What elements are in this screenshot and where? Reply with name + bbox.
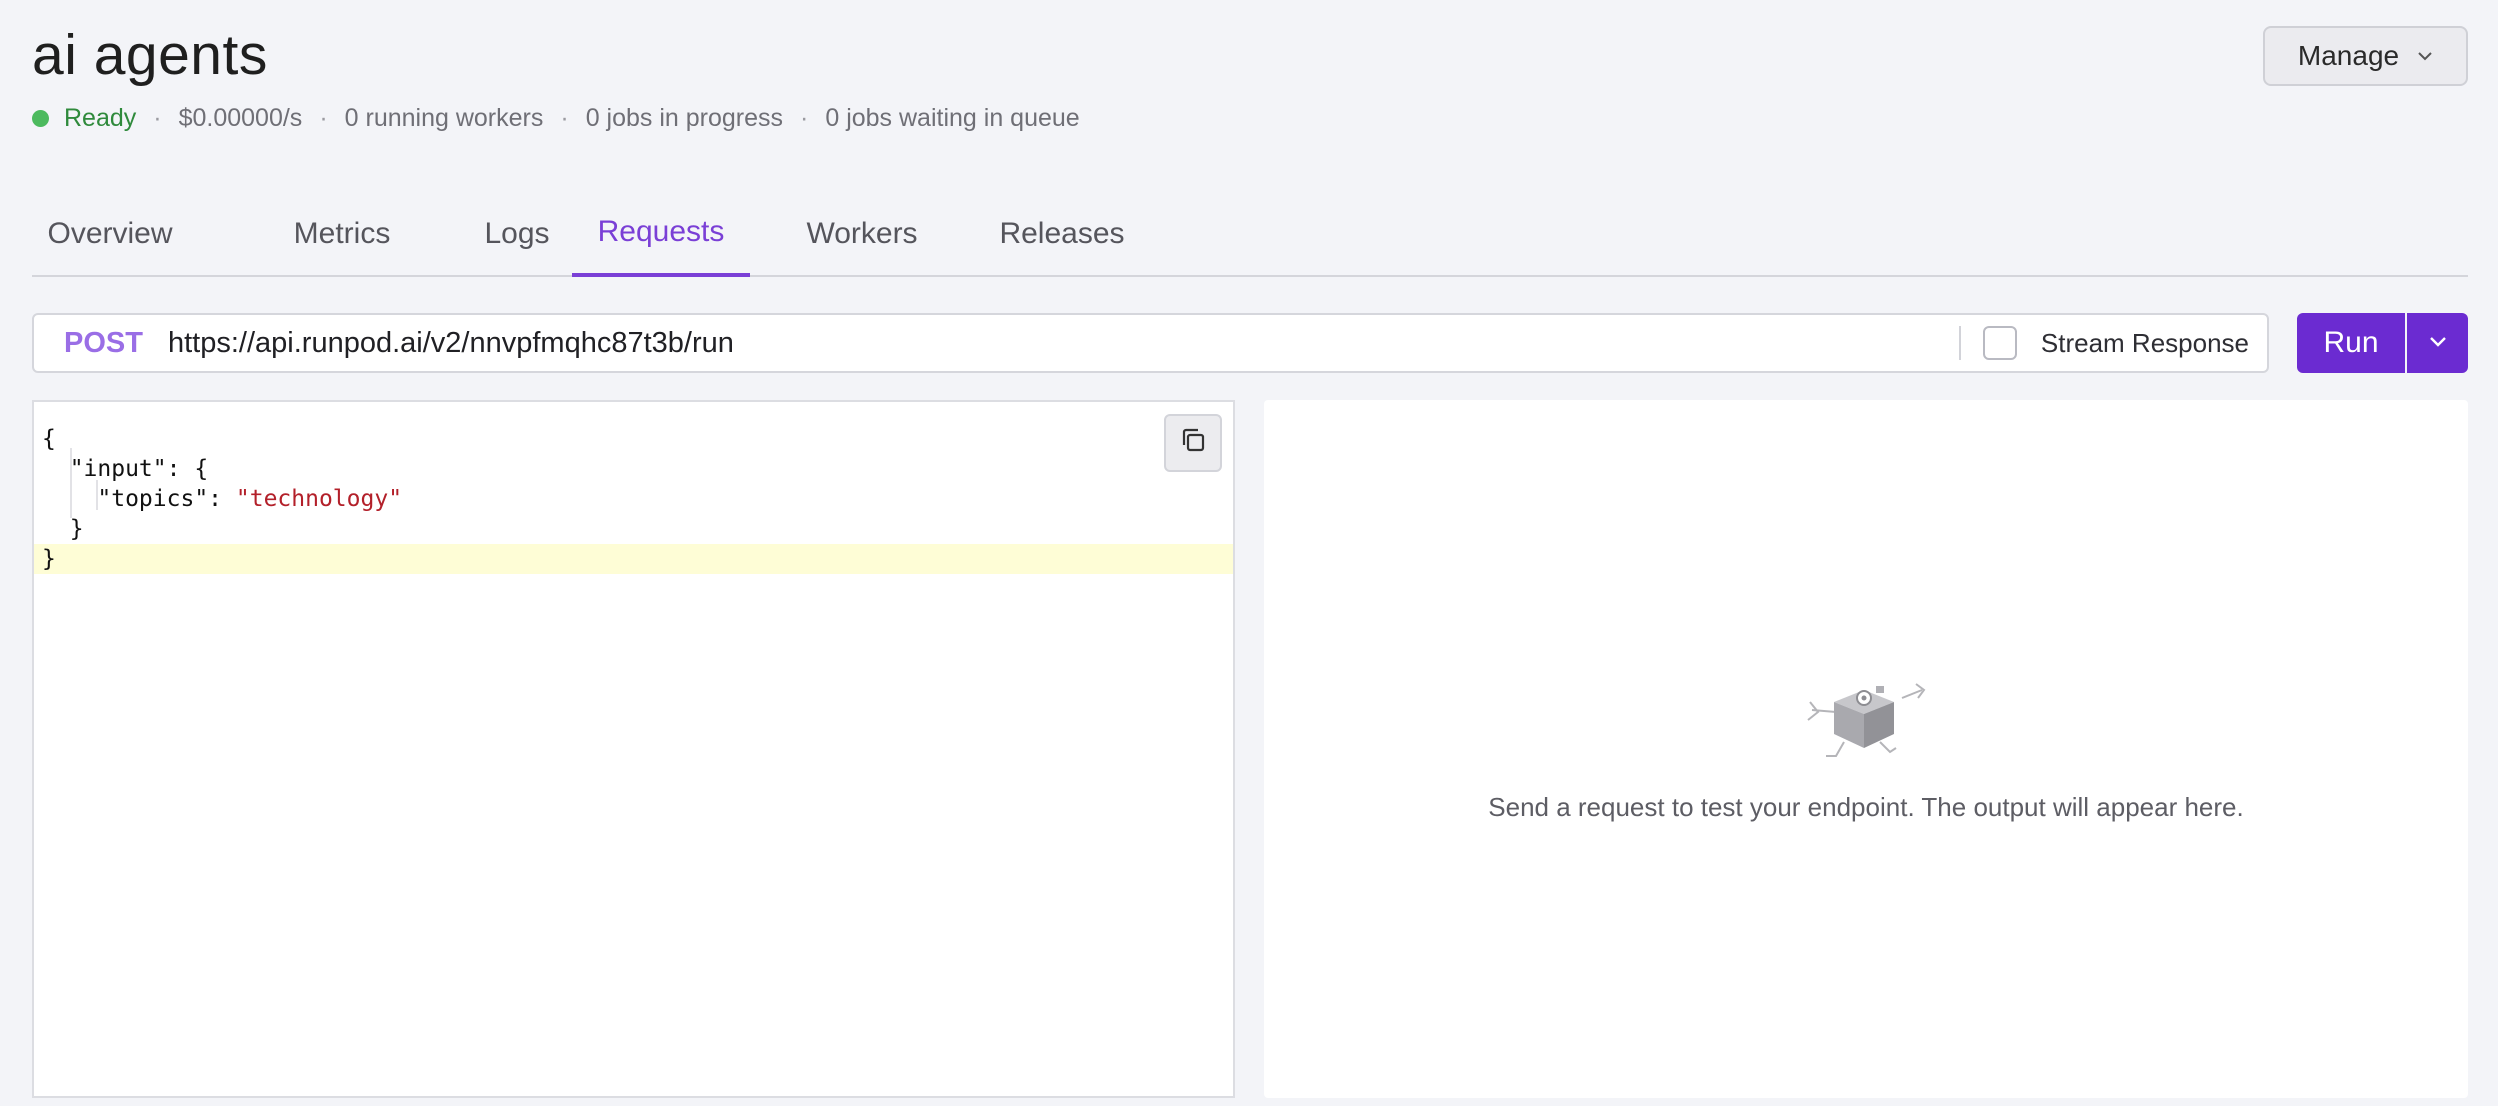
request-url-bar: POST https://api.runpod.ai/v2/nnvpfmqhc8… [32, 313, 2269, 373]
copy-button[interactable] [1164, 414, 1222, 472]
json-editor[interactable]: { "input": { "topics": "technology" } } [32, 400, 1235, 1098]
status-bar: Ready · $0.00000/s · 0 running workers ·… [32, 104, 1080, 133]
status-dot-icon [32, 110, 49, 127]
stream-response-label: Stream Response [2040, 327, 2249, 358]
code-line: "topics": "technology" [42, 486, 403, 512]
status-ready-label: Ready [64, 104, 137, 132]
separator: · [153, 104, 162, 132]
divider [1958, 326, 1961, 360]
separator: · [560, 104, 569, 132]
tab-bar: Overview Metrics Logs Requests Workers R… [32, 190, 2468, 277]
separator: · [319, 104, 328, 132]
empty-output-message: Send a request to test your endpoint. Th… [1488, 792, 2244, 822]
code-line: } [42, 516, 84, 542]
code-line-active: } [34, 544, 1233, 574]
json-string-value: "technology" [235, 486, 403, 512]
tab-requests[interactable]: Requests [572, 190, 750, 277]
tab-overview[interactable]: Overview [32, 190, 188, 277]
run-button[interactable]: Run [2297, 313, 2405, 373]
jobs-in-progress: 0 jobs in progress [585, 104, 784, 132]
code-line: { [42, 426, 56, 452]
code-line: "input": { [42, 456, 209, 482]
manage-label: Manage [2297, 40, 2400, 71]
running-workers: 0 running workers [344, 104, 544, 132]
tab-metrics[interactable]: Metrics [252, 190, 432, 277]
endpoint-url[interactable]: https://api.runpod.ai/v2/nnvpfmqhc87t3b/… [168, 327, 1959, 360]
run-options-button[interactable] [2407, 313, 2468, 373]
tab-workers[interactable]: Workers [772, 190, 952, 277]
copy-icon [1179, 426, 1207, 460]
chevron-down-icon [2429, 334, 2447, 352]
stream-response-checkbox[interactable] [1982, 326, 2017, 360]
chevron-down-icon [2417, 51, 2433, 61]
cost-rate: $0.00000/s [178, 104, 303, 132]
robot-box-icon [1804, 668, 1934, 773]
manage-button[interactable]: Manage [2263, 26, 2468, 86]
separator: · [800, 104, 809, 132]
jobs-in-queue: 0 jobs waiting in queue [825, 104, 1080, 132]
output-panel: Send a request to test your endpoint. Th… [1264, 400, 2468, 1098]
tab-releases[interactable]: Releases [962, 190, 1162, 277]
http-method[interactable]: POST [64, 327, 168, 360]
page-title: ai agents [32, 23, 268, 87]
